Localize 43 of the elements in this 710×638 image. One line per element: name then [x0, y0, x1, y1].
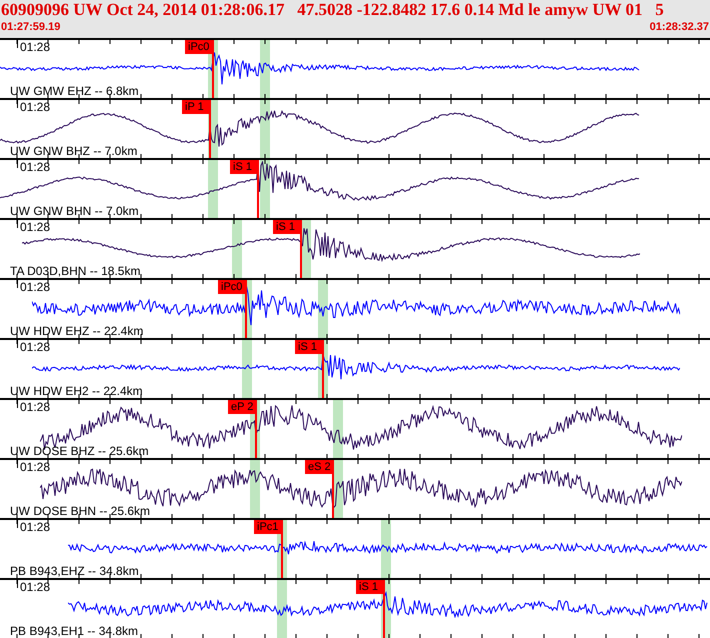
time-label: 01:28	[20, 521, 50, 534]
time-label: 01:28	[20, 221, 50, 234]
pick-window-band	[318, 280, 328, 338]
pick-window-band	[260, 40, 270, 98]
pick-label: eP 2	[228, 400, 256, 414]
station-label: UW DOSE BHN -- 25.6km	[10, 504, 150, 518]
pick-label: iS 1	[295, 340, 323, 354]
time-label: 01:28	[20, 41, 50, 54]
station-label: UW GNW BHZ -- 7.0km	[10, 144, 138, 158]
station-label: UW GNW BHN -- 7.0km	[10, 204, 139, 218]
station-label: TA D03D,BHN -- 18.5km	[10, 264, 140, 278]
pick-label: iPc0	[218, 280, 246, 294]
pick-window-band	[250, 460, 260, 518]
time-label: 01:28	[20, 341, 50, 354]
pick-label: eS 2	[305, 460, 333, 474]
end-time: 01:28:32.37	[650, 20, 709, 34]
station-label: UW HDW EHZ -- 22.4km	[10, 324, 144, 338]
time-label: 01:28	[20, 281, 50, 294]
time-label: 01:28	[20, 581, 50, 594]
start-time: 01:27:59.19	[1, 20, 60, 34]
pick-window-band	[333, 400, 343, 458]
station-label: PB B943,EH1 -- 34.8km	[10, 624, 138, 638]
time-label: 01:28	[20, 101, 50, 114]
time-label: 01:28	[20, 161, 50, 174]
pick-label: iS 1	[356, 580, 384, 594]
pick-window-band	[232, 220, 242, 278]
time-label: 01:28	[20, 461, 50, 474]
station-label: UW DOSE BHZ -- 25.6km	[10, 444, 149, 458]
time-label: 01:28	[20, 401, 50, 414]
pick-window-band	[381, 520, 391, 578]
event-title: 60909096 UW Oct 24, 2014 01:28:06.17 47.5028 -122.8482 17.6 0.14 Md le amyw UW 01 5	[0, 0, 665, 20]
pick-window-band	[277, 580, 287, 638]
pick-window-band	[260, 100, 270, 158]
station-label: UW HDW EH2 -- 22.4km	[10, 384, 143, 398]
pick-label: iPc0	[185, 40, 213, 54]
pick-label: iS 1	[230, 160, 258, 174]
pick-label: iP 1	[182, 100, 210, 114]
pick-window-band	[242, 340, 252, 398]
pick-label: iS 1	[273, 220, 301, 234]
pick-label: iPc1	[254, 520, 282, 534]
station-label: PB B943,EHZ -- 34.8km	[10, 564, 139, 578]
station-label: UW GMW EHZ -- 6.8km	[10, 84, 139, 98]
pick-window-band	[208, 160, 218, 218]
